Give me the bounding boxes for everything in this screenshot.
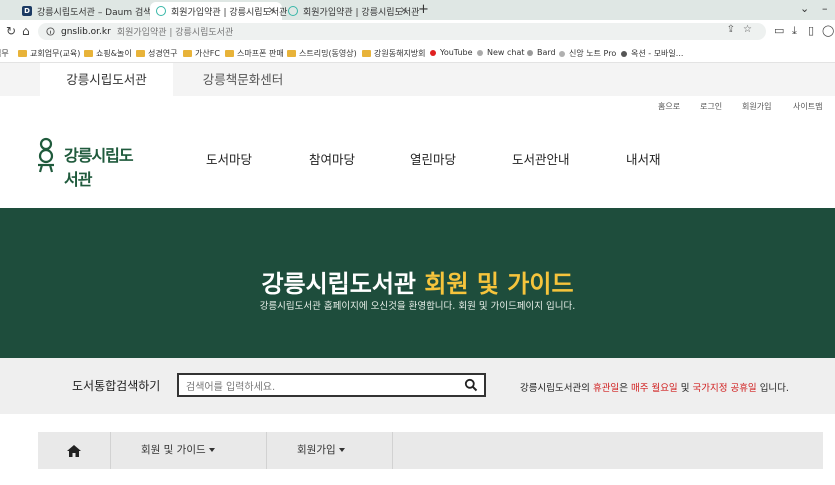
util-signup-link[interactable]: 회원가입 [742, 101, 771, 112]
bookmark-item[interactable]: 교회업무(교육) [18, 48, 80, 59]
bookmark-item[interactable]: 스트리밍(동영상) [287, 48, 357, 59]
bookmark-item[interactable]: 강원동해지방회 [362, 48, 426, 59]
close-tab-icon[interactable]: × [268, 5, 276, 16]
util-sitemap-link[interactable]: 사이트맵 [793, 101, 822, 112]
folder-icon [18, 50, 27, 57]
share-icon[interactable]: ⇪ [727, 24, 743, 35]
gnb-open[interactable]: 열린마당 [410, 149, 456, 168]
tab-search-chevron-icon[interactable]: ⌄ [800, 2, 809, 15]
library-ring-icon [156, 6, 166, 16]
folder-icon [183, 50, 192, 57]
minimize-icon[interactable]: – [822, 2, 828, 15]
daum-icon: D [22, 6, 32, 16]
breadcrumb-nav: 회원 및 가이드 회원가입 [38, 432, 823, 469]
hero-banner: 강릉시립도서관 회원 및 가이드 강릉시립도서관 홈페이지에 오신것을 환영합니… [0, 208, 835, 358]
url-page-title: 회원가입약관 | 강릉시립도서관 [116, 28, 234, 38]
search-box [177, 373, 486, 398]
hero-title-accent: 회원 및 가이드 [424, 270, 574, 298]
bookmark-item[interactable]: 쇼핑&놀이 [84, 48, 132, 59]
reload-icon[interactable]: ↻ [6, 24, 16, 38]
folder-icon [287, 50, 296, 57]
auction-icon [621, 50, 627, 57]
search-input[interactable] [179, 377, 449, 398]
util-login-link[interactable]: 로그인 [700, 101, 722, 112]
bookmark-item[interactable]: 옥션 - 모바일... [621, 48, 683, 59]
bookmarks-bar: 업무 교회업무(교육) 쇼핑&놀이 성경연구 가산FC 스마프폰 판매 스트리밍… [0, 43, 835, 63]
bookmark-item[interactable]: 스마프폰 판매 [225, 48, 284, 59]
hero-title: 강릉시립도서관 회원 및 가이드 [261, 270, 574, 298]
folder-icon [362, 50, 371, 57]
logo-text: 강릉시립도서관 [64, 146, 134, 189]
site-info-icon[interactable] [46, 27, 55, 36]
bookmark-item[interactable]: 신앙 노트 Pro [559, 48, 616, 59]
note-icon [559, 50, 565, 57]
tab-book-culture-center[interactable]: 강릉책문화센터 [173, 63, 313, 96]
sidebar-icon[interactable]: ▯ [808, 24, 814, 37]
caret-down-icon [208, 448, 215, 452]
chatgpt-icon [477, 49, 483, 56]
bookmark-item[interactable]: 성경연구 [136, 48, 177, 59]
hero-subtitle: 강릉시립도서관 홈페이지에 오신것을 환영합니다. 회원 및 가이드페이지 입니… [259, 301, 576, 312]
search-icon[interactable] [464, 378, 478, 392]
library-ring-icon [288, 6, 298, 16]
bookmark-item[interactable]: YouTube [430, 48, 473, 57]
util-home-link[interactable]: 홈으로 [658, 101, 680, 112]
browser-tab-3[interactable]: 회원가입약관 | 강릉시립도서관 × [282, 2, 419, 20]
search-section: 도서통합검색하기 강릉시립도서관의 휴관일은 매주 월요일 및 국가지정 공휴일… [0, 358, 835, 414]
folder-icon [84, 50, 93, 57]
folder-icon [136, 50, 145, 57]
caret-down-icon [338, 448, 345, 452]
bookmark-item[interactable]: 가산FC [183, 48, 220, 59]
tab-library[interactable]: 강릉시립도서관 [40, 63, 173, 96]
library-logo[interactable]: 강릉시립도서관 [36, 136, 146, 189]
gnb-library-info[interactable]: 도서관안내 [512, 149, 570, 168]
home-icon [67, 444, 81, 457]
url-text: gnslib.or.kr [61, 26, 111, 37]
breadcrumb-signup[interactable]: 회원가입 [267, 432, 393, 469]
youtube-icon [430, 49, 436, 56]
address-bar-row: ↻ ⌂ gnslib.or.kr 회원가입약관 | 강릉시립도서관 ⇪☆ ▭ ⤓… [0, 20, 835, 43]
breadcrumb-member-guide[interactable]: 회원 및 가이드 [111, 432, 267, 469]
home-icon[interactable]: ⌂ [22, 24, 30, 38]
extensions-icon[interactable]: ▭ [774, 24, 784, 37]
breadcrumb-home[interactable] [38, 432, 111, 469]
folder-icon [225, 50, 234, 57]
browser-tab-bar: D 강릉시립도서관 – Daum 검색 회원가입약관 | 강릉시립도서관 × 회… [0, 0, 835, 20]
profile-icon[interactable]: ◯ [822, 24, 834, 37]
search-label: 도서통합검색하기 [72, 379, 161, 393]
browser-tab-title: 강릉시립도서관 – Daum 검색 [37, 7, 152, 18]
bookmark-item[interactable]: Bard [527, 48, 556, 57]
site-top-tabs: 강릉시립도서관 강릉책문화센터 [0, 63, 835, 96]
browser-tab-active[interactable]: 회원가입약관 | 강릉시립도서관 × [150, 2, 287, 20]
gnb-participation[interactable]: 참여마당 [309, 149, 355, 168]
new-tab-button[interactable]: + [418, 2, 429, 17]
bard-icon [527, 49, 533, 56]
bookmark-item[interactable]: New chat [477, 48, 525, 57]
url-field[interactable]: gnslib.or.kr 회원가입약관 | 강릉시립도서관 ⇪☆ [38, 23, 766, 40]
browser-tab-daum[interactable]: D 강릉시립도서관 – Daum 검색 [16, 2, 152, 20]
library-mascot-icon [38, 137, 54, 173]
gnb-my-library[interactable]: 내서재 [626, 149, 661, 168]
gnb-books[interactable]: 도서마당 [206, 149, 252, 168]
closing-day-notice: 강릉시립도서관의 휴관일은 매주 월요일 및 국가지정 공휴일 입니다. [520, 383, 789, 394]
close-tab-icon[interactable]: × [400, 5, 408, 16]
bookmark-star-icon[interactable]: ☆ [743, 24, 760, 35]
download-icon[interactable]: ⤓ [792, 24, 797, 38]
bookmark-item[interactable]: 업무 [0, 48, 9, 59]
